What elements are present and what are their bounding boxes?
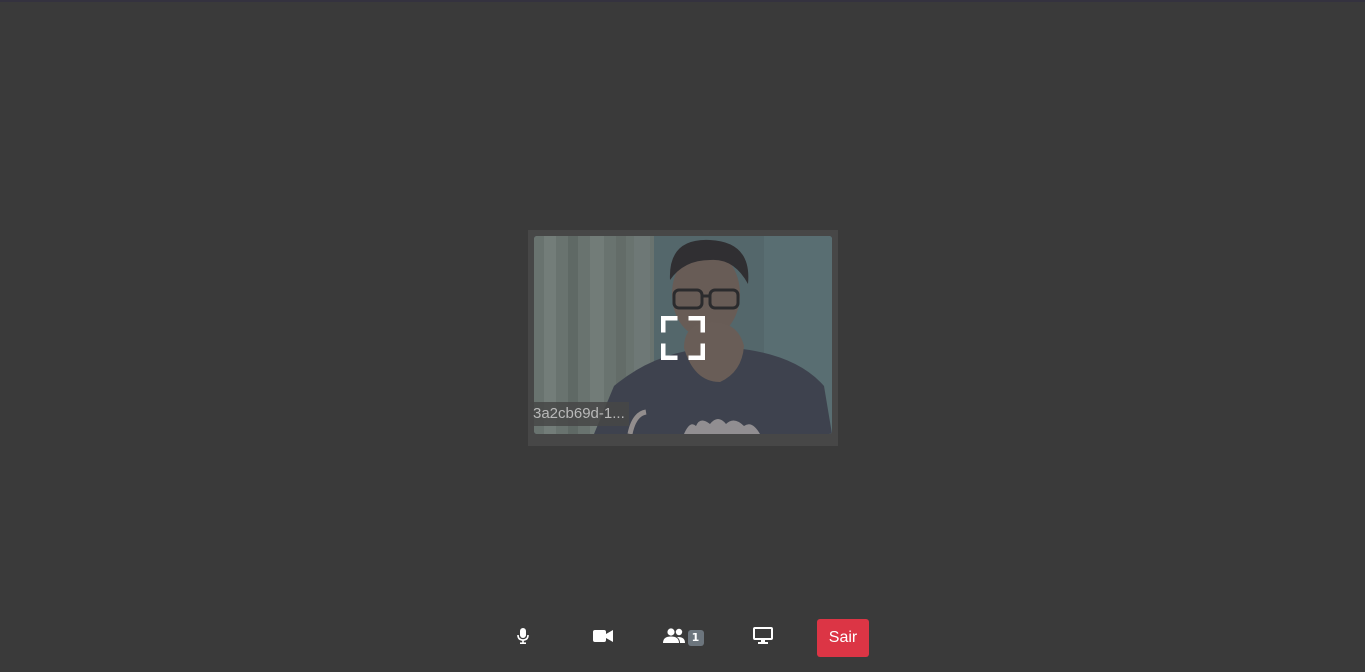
users-icon xyxy=(662,628,685,648)
desktop-monitor-icon xyxy=(753,627,773,649)
participant-name-label: 3a2cb69d-1... xyxy=(530,402,629,426)
microphone-icon xyxy=(517,627,529,649)
fullscreen-icon[interactable] xyxy=(660,315,706,361)
video-camera-icon xyxy=(593,629,613,648)
leave-call-button[interactable]: Sair xyxy=(817,619,869,657)
participant-count-badge: 1 xyxy=(687,630,704,646)
participants-button[interactable]: 1 xyxy=(660,619,706,657)
toggle-camera-button[interactable] xyxy=(588,619,618,657)
toggle-microphone-button[interactable] xyxy=(508,619,538,657)
share-screen-button[interactable] xyxy=(748,619,778,657)
